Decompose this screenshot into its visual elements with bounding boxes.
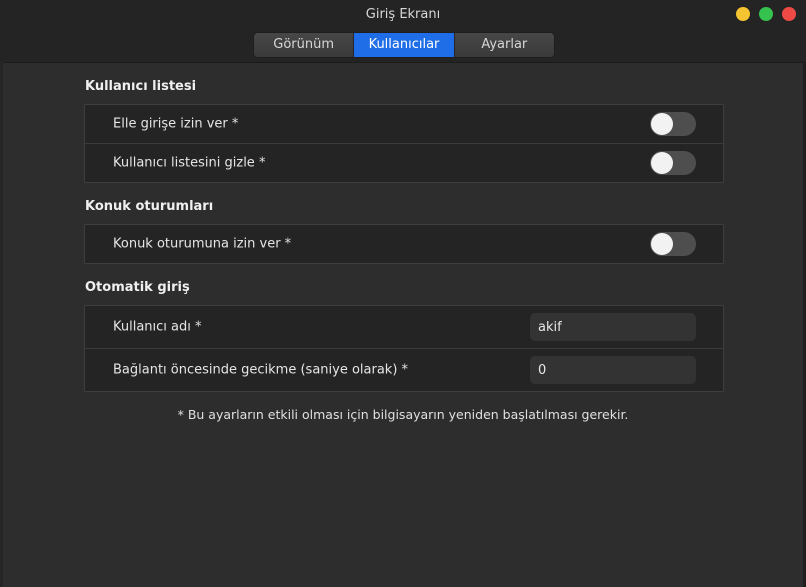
- guest-group: Konuk oturumuna izin ver *: [84, 224, 724, 264]
- row-delay: Bağlantı öncesinde gecikme (saniye olara…: [85, 349, 723, 391]
- minimize-button[interactable]: [736, 7, 750, 21]
- window-title: Giriş Ekranı: [365, 7, 441, 22]
- autologin-group: Kullanıcı adı * Bağlantı öncesinde gecik…: [84, 305, 724, 392]
- delay-input[interactable]: [530, 356, 696, 384]
- section-title-guest: Konuk oturumları: [85, 199, 214, 214]
- guest-session-switch[interactable]: [650, 232, 696, 256]
- row-guest-session: Konuk oturumuna izin ver *: [85, 225, 723, 263]
- settings-window: Giriş Ekranı Görünüm Kullanıcılar Ayarla…: [0, 0, 806, 587]
- row-manual-login: Elle girişe izin ver *: [85, 105, 723, 144]
- close-button[interactable]: [782, 7, 796, 21]
- row-hide-user-list: Kullanıcı listesini gizle *: [85, 144, 723, 182]
- manual-login-switch[interactable]: [650, 112, 696, 136]
- tab-kullanicilar[interactable]: Kullanıcılar: [354, 33, 455, 57]
- username-input[interactable]: [530, 313, 696, 341]
- section-title-autologin: Otomatik giriş: [85, 280, 190, 295]
- switch-knob: [651, 152, 673, 174]
- user-list-group: Elle girişe izin ver * Kullanıcı listesi…: [84, 104, 724, 183]
- switch-knob: [651, 113, 673, 135]
- tab-gorunum[interactable]: Görünüm: [254, 33, 355, 57]
- tab-bar: Görünüm Kullanıcılar Ayarlar: [253, 32, 555, 58]
- tab-ayarlar[interactable]: Ayarlar: [454, 33, 554, 57]
- maximize-button[interactable]: [759, 7, 773, 21]
- title-bar[interactable]: Giriş Ekranı Görünüm Kullanıcılar Ayarla…: [0, 0, 806, 63]
- restart-footnote: * Bu ayarların etkili olması için bilgis…: [177, 407, 629, 422]
- switch-knob: [651, 233, 673, 255]
- window-edge-left: [0, 62, 3, 587]
- delay-label: Bağlantı öncesinde gecikme (saniye olara…: [113, 362, 409, 378]
- username-label: Kullanıcı adı *: [113, 319, 202, 335]
- hide-user-list-switch[interactable]: [650, 151, 696, 175]
- row-username: Kullanıcı adı *: [85, 306, 723, 349]
- manual-login-label: Elle girişe izin ver *: [113, 116, 239, 132]
- hide-user-list-label: Kullanıcı listesini gizle *: [113, 155, 266, 171]
- guest-session-label: Konuk oturumuna izin ver *: [113, 236, 292, 252]
- section-title-user-list: Kullanıcı listesi: [85, 79, 197, 94]
